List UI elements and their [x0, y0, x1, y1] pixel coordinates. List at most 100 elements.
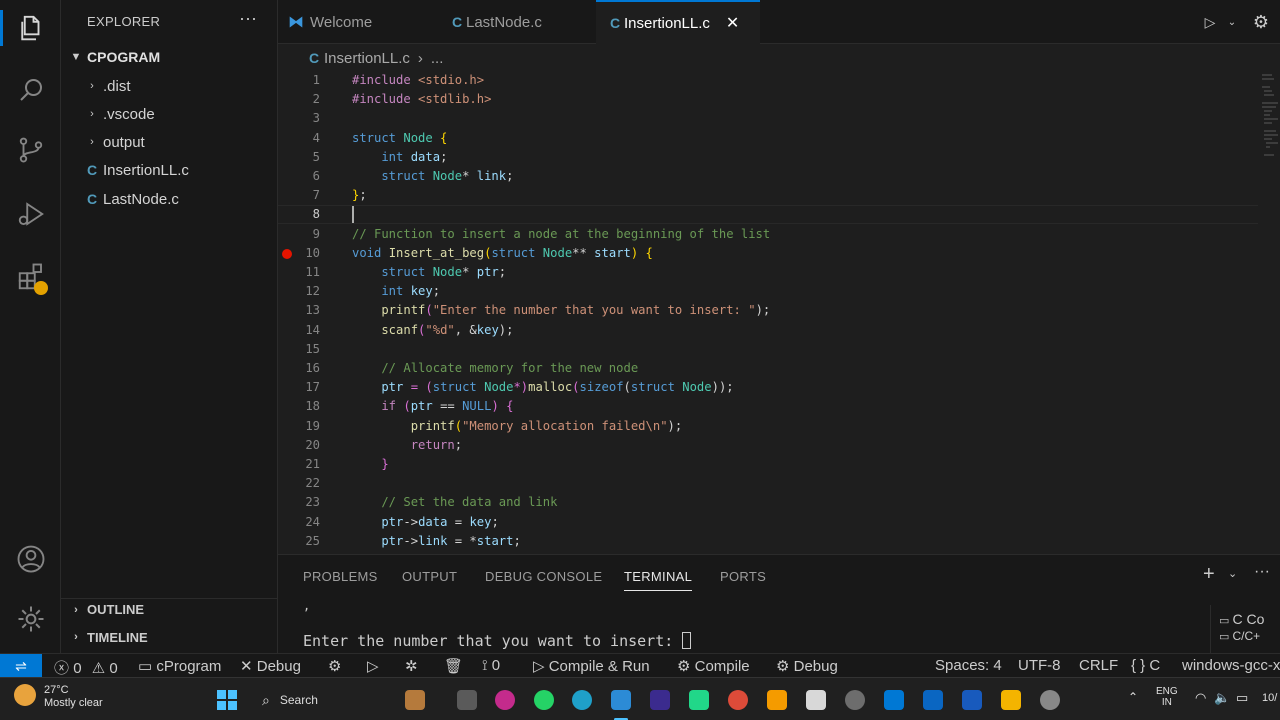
- token: struct: [432, 380, 477, 395]
- battery-icon[interactable]: ▭: [1236, 690, 1248, 706]
- token: if: [352, 399, 397, 414]
- vscode-taskbar-icon[interactable]: [611, 690, 631, 710]
- store-icon[interactable]: [806, 690, 826, 710]
- breadcrumb-file[interactable]: InsertionLL.c: [324, 50, 410, 67]
- tab-debug-console[interactable]: DEBUG CONSOLE: [485, 569, 602, 584]
- debug-button[interactable]: ⚙ Debug: [776, 657, 838, 675]
- folder-name: CPOGRAM: [87, 49, 161, 65]
- add-terminal-icon[interactable]: +: [1203, 563, 1215, 586]
- remote-icon[interactable]: ⇌: [0, 654, 42, 678]
- more-actions-icon[interactable]: ···: [1254, 563, 1270, 581]
- weather-icon: [14, 684, 36, 706]
- code-line: 24 ptr->data = key;: [278, 513, 1258, 532]
- token: ;: [440, 149, 448, 164]
- search-icon[interactable]: [0, 68, 61, 112]
- chrome-profile-icon[interactable]: [1040, 690, 1060, 710]
- source-control-icon[interactable]: [0, 128, 61, 172]
- terminal-prev-line: ,: [303, 599, 311, 613]
- close-icon[interactable]: ✕: [726, 13, 739, 33]
- task-view-icon[interactable]: [457, 690, 477, 710]
- trash-icon[interactable]: 🗑: [444, 657, 463, 675]
- token: Node: [476, 380, 514, 395]
- tree-file-insertionll[interactable]: C InsertionLL.c: [61, 157, 277, 183]
- tab-lastnode[interactable]: C LastNode.c: [438, 0, 588, 44]
- whatsapp-icon[interactable]: [534, 690, 554, 710]
- compile-run-button[interactable]: ▷ Compile & Run: [533, 657, 650, 675]
- tab-output[interactable]: OUTPUT: [402, 569, 457, 584]
- tab-welcome[interactable]: ⧓ Welcome: [278, 0, 430, 44]
- ports-status[interactable]: ⟟ 0: [482, 657, 500, 674]
- chrome-icon[interactable]: [728, 690, 748, 710]
- outline-section[interactable]: › OUTLINE: [61, 598, 277, 620]
- terminal-prompt-line[interactable]: Enter the number that you want to insert…: [303, 632, 692, 650]
- token: = (: [403, 380, 433, 395]
- compile-button[interactable]: ⚙ Compile: [677, 657, 750, 675]
- weather-widget[interactable]: 27°C Mostly clear: [14, 684, 103, 709]
- more-actions-icon[interactable]: ···: [239, 8, 257, 29]
- text-cursor: [352, 206, 354, 224]
- debug-mode-status[interactable]: ✕ Debug: [240, 657, 301, 675]
- tab-terminal[interactable]: TERMINAL: [624, 569, 693, 591]
- chevron-down-icon[interactable]: ⌄: [1222, 12, 1242, 32]
- chevron-right-icon: ›: [74, 603, 78, 616]
- language-indicator[interactable]: ENG IN: [1156, 686, 1178, 708]
- build-gear-icon[interactable]: ⚙: [328, 657, 341, 675]
- extensions-icon[interactable]: [0, 255, 61, 299]
- tree-folder-dist[interactable]: › .dist: [61, 73, 277, 99]
- outline-label: OUTLINE: [87, 602, 145, 617]
- word-icon[interactable]: [962, 690, 982, 710]
- config-status[interactable]: windows-gcc-x: [1182, 657, 1280, 674]
- volume-icon[interactable]: 🔈: [1214, 690, 1230, 706]
- account-icon[interactable]: [0, 537, 61, 581]
- minimap[interactable]: [1258, 71, 1280, 171]
- run-icon[interactable]: ▷: [367, 657, 379, 675]
- c-file-icon: C: [86, 191, 98, 207]
- timeline-section[interactable]: › TIMELINE: [61, 626, 277, 648]
- debug-bug-icon[interactable]: ✲: [405, 657, 418, 675]
- breadcrumb-more[interactable]: ...: [431, 50, 444, 67]
- tab-insertionll[interactable]: C InsertionLL.c ✕: [596, 0, 760, 44]
- tab-problems[interactable]: PROBLEMS: [303, 569, 378, 584]
- pycharm-icon[interactable]: [689, 690, 709, 710]
- tray-chevron-icon[interactable]: ⌃: [1128, 690, 1138, 704]
- language-status[interactable]: { } C: [1131, 657, 1160, 674]
- eol-status[interactable]: CRLF: [1079, 657, 1118, 674]
- linkedin-icon[interactable]: [923, 690, 943, 710]
- problems-status[interactable]: ⓧ 0 ⚠ 0: [54, 657, 118, 678]
- wifi-icon[interactable]: ◠: [1195, 690, 1206, 706]
- settings-gear-icon[interactable]: ⚙: [1251, 12, 1271, 32]
- copilot-icon[interactable]: [495, 690, 515, 710]
- taskbar-search[interactable]: ⌕ Search: [252, 686, 392, 714]
- app-icon[interactable]: [767, 690, 787, 710]
- tree-file-lastnode[interactable]: C LastNode.c: [61, 186, 277, 212]
- drive-icon[interactable]: [1001, 690, 1021, 710]
- indentation-status[interactable]: Spaces: 4: [935, 657, 1002, 674]
- status-bar: ⇌ ⓧ 0 ⚠ 0 ▭ cProgram ✕ Debug ⚙ ▷ ✲ 🗑 ⟟ 0…: [0, 653, 1280, 678]
- line-number: 15: [305, 341, 320, 356]
- tree-folder-vscode[interactable]: › .vscode: [61, 101, 277, 127]
- terminal-list-item[interactable]: ▭ C Co: [1211, 605, 1280, 627]
- terminal-list-item[interactable]: ▭ C/C+: [1211, 627, 1280, 643]
- token: #include: [352, 92, 411, 107]
- tab-ports[interactable]: PORTS: [720, 569, 766, 584]
- code-editor[interactable]: 1 #include <stdio.h> 2 #include <stdlib.h>…: [278, 71, 1280, 553]
- explorer-icon[interactable]: [0, 6, 61, 50]
- code-line: 10 void Insert_at_beg(struct Node** start…: [278, 244, 1258, 263]
- manage-gear-icon[interactable]: [0, 597, 61, 641]
- run-icon[interactable]: ▷: [1200, 12, 1220, 32]
- start-icon[interactable]: [217, 690, 237, 710]
- run-debug-icon[interactable]: [0, 192, 61, 236]
- project-status[interactable]: ▭ cProgram: [138, 657, 221, 675]
- edge-icon[interactable]: [572, 690, 592, 710]
- tree-folder-output[interactable]: › output: [61, 129, 277, 155]
- visual-studio-icon[interactable]: [650, 690, 670, 710]
- search-highlight-icon[interactable]: [405, 690, 425, 710]
- settings-icon[interactable]: [845, 690, 865, 710]
- clock[interactable]: 10/: [1262, 692, 1277, 704]
- code-line: 13 printf("Enter the number that you wan…: [278, 301, 1258, 320]
- encoding-status[interactable]: UTF-8: [1018, 657, 1061, 674]
- chevron-down-icon[interactable]: ⌄: [1228, 567, 1237, 580]
- folder-header[interactable]: ▼ CPOGRAM: [61, 46, 277, 68]
- token: (: [425, 303, 433, 318]
- outlook-icon[interactable]: [884, 690, 904, 710]
